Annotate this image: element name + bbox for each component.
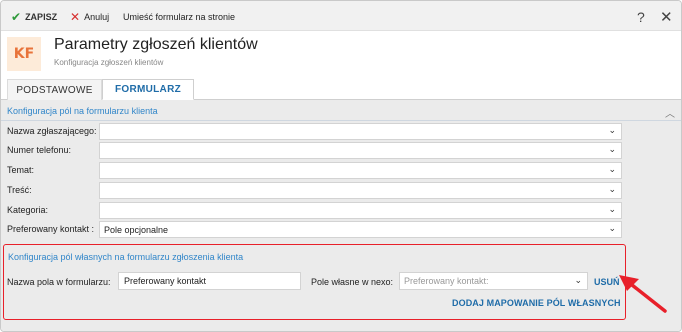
save-label: ZAPISZ [25, 12, 58, 22]
toolbar: ✔ ZAPISZ ✕ Anuluj Umieść formularz na st… [1, 1, 681, 31]
requester-name-select[interactable]: ⌄ [99, 123, 622, 140]
check-icon: ✔ [11, 10, 22, 24]
chevron-down-icon: ⌄ [608, 184, 616, 194]
cancel-button[interactable]: ✕ Anuluj [70, 10, 109, 24]
cancel-label: Anuluj [84, 12, 110, 22]
chevron-down-icon: ⌄ [608, 223, 616, 233]
custom-section-title: Konfiguracja pól własnych na formularzu … [8, 252, 244, 262]
chevron-down-icon: ⌄ [608, 125, 616, 135]
dialog-window: ✔ ZAPISZ ✕ Anuluj Umieść formularz na st… [0, 0, 682, 332]
x-icon: ✕ [70, 10, 81, 24]
form-row: Treść: ⌄ [1, 181, 681, 200]
form-row: Kategoria: ⌄ [1, 201, 681, 220]
select-value: Pole opcjonalne [104, 225, 169, 235]
tab-formularz[interactable]: FORMULARZ [102, 79, 194, 100]
field-label: Temat: [7, 165, 35, 175]
nexo-field-label: Pole własne w nexo: [311, 277, 394, 287]
subject-select[interactable]: ⌄ [99, 162, 622, 179]
page-header: KF Parametry zgłoszeń klientów Konfigura… [1, 31, 681, 79]
form-row: Temat: ⌄ [1, 161, 681, 180]
place-label: Umieść formularz na stronie [123, 12, 236, 22]
field-name-input[interactable]: Preferowany kontakt [118, 272, 301, 290]
preferred-contact-select[interactable]: Pole opcjonalne ⌄ [99, 221, 622, 238]
app-logo: KF [7, 37, 41, 71]
chevron-down-icon: ⌄ [608, 164, 616, 174]
chevron-down-icon: ⌄ [608, 204, 616, 214]
nexo-field-select[interactable]: Preferowany kontakt: ⌄ [399, 272, 588, 290]
form-row: Nazwa zgłaszającego: ⌄ [1, 122, 681, 141]
page-subtitle: Konfiguracja zgłoszeń klientów [54, 58, 164, 67]
tab-podstawowe[interactable]: PODSTAWOWE [7, 79, 102, 100]
field-label: Numer telefonu: [7, 145, 72, 155]
phone-select[interactable]: ⌄ [99, 142, 622, 159]
section-divider [1, 120, 681, 121]
form-row: Numer telefonu: ⌄ [1, 141, 681, 160]
form-row: Preferowany kontakt : Pole opcjonalne ⌄ [1, 220, 681, 239]
place-form-button[interactable]: Umieść formularz na stronie [123, 10, 235, 24]
add-mapping-button[interactable]: DODAJ MAPOWANIE PÓL WŁASNYCH [452, 298, 621, 308]
section-title: Konfiguracja pól na formularzu klienta [7, 106, 158, 116]
chevron-down-icon: ⌄ [608, 144, 616, 154]
chevron-down-icon: ⌄ [574, 275, 582, 285]
chevron-up-icon[interactable]: ︿ [665, 105, 675, 120]
help-icon[interactable]: ? [637, 9, 645, 25]
field-name-label: Nazwa pola w formularzu: [7, 277, 111, 287]
tab-bar: PODSTAWOWE FORMULARZ [1, 79, 681, 100]
content-select[interactable]: ⌄ [99, 182, 622, 199]
form-content: Konfiguracja pól na formularzu klienta ︿… [1, 100, 681, 331]
arrow-icon [619, 275, 667, 313]
close-icon[interactable]: ✕ [660, 8, 673, 26]
save-button[interactable]: ✔ ZAPISZ [11, 10, 57, 24]
select-placeholder: Preferowany kontakt: [404, 276, 489, 286]
page-title: Parametry zgłoszeń klientów [54, 36, 258, 53]
category-select[interactable]: ⌄ [99, 202, 622, 219]
field-label: Kategoria: [7, 205, 49, 215]
field-label: Preferowany kontakt : [7, 224, 95, 234]
field-label: Treść: [7, 185, 32, 195]
field-label: Nazwa zgłaszającego: [7, 126, 97, 136]
section-header: Konfiguracja pól na formularzu klienta ︿ [1, 100, 681, 122]
